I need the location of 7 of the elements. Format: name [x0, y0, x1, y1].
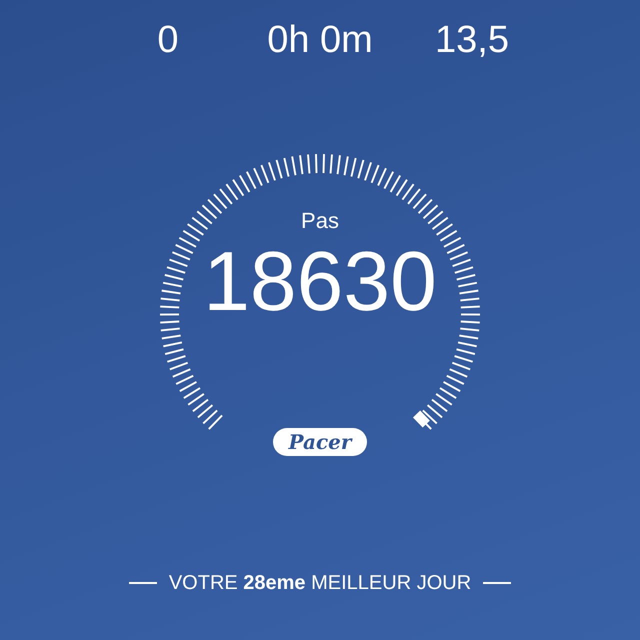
step-count: 18630	[203, 236, 437, 326]
best-day-text: VOTRE 28eme MEILLEUR JOUR	[168, 571, 472, 596]
logo: Pacer	[272, 428, 368, 456]
gauge-label: Pas	[301, 208, 339, 234]
stat-value: 0h 0m	[267, 18, 373, 62]
stat-value: 13,5	[435, 18, 509, 62]
stat-value: 0	[157, 18, 179, 62]
